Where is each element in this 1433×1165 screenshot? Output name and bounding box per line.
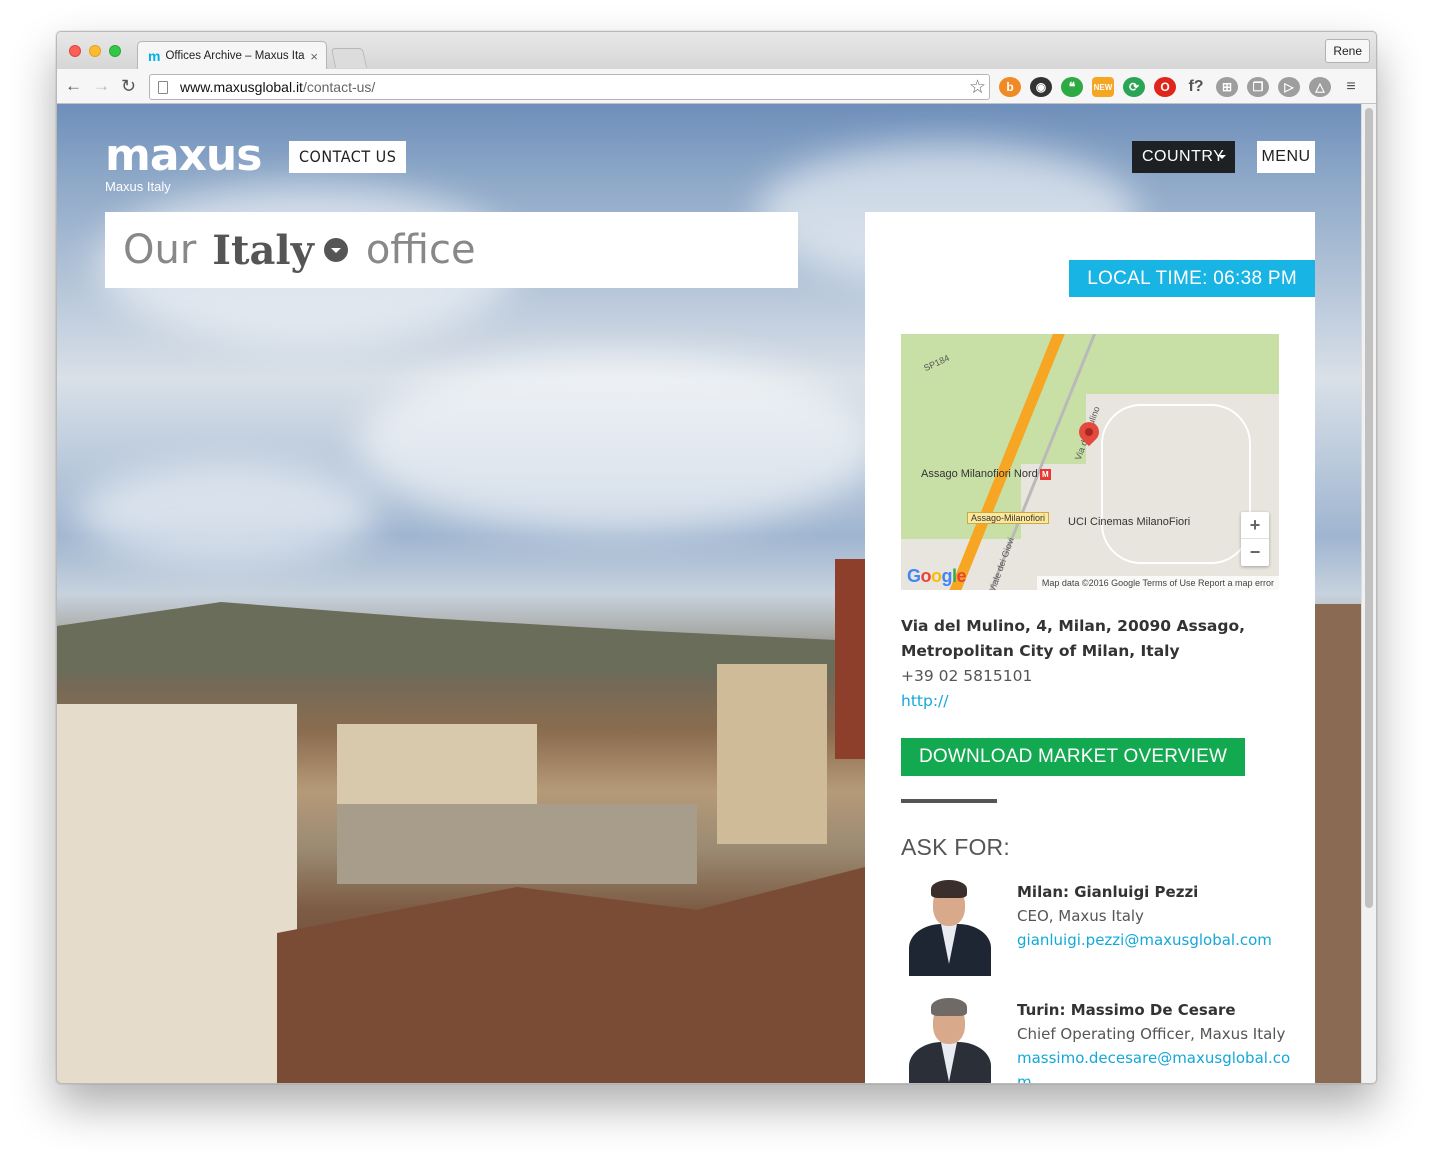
contact-email-link[interactable]: gianluigi.pezzi@maxusglobal.com: [1017, 928, 1297, 952]
contact-card: Milan: Gianluigi Pezzi CEO, Maxus Italy …: [901, 880, 1301, 976]
section-divider: [901, 799, 997, 803]
office-panel: LOCAL TIME: 06:38 PM SP184 Assago Milano…: [865, 212, 1315, 1083]
office-map[interactable]: SP184 Assago Milanofiori Nord M Assago-Mi…: [901, 334, 1279, 590]
office-heading: Our Italy office: [105, 212, 798, 288]
church-dome: [717, 664, 827, 844]
contact-us-button[interactable]: CONTACT US: [289, 141, 407, 173]
address-line-2: Metropolitan City of Milan, Italy: [901, 642, 1180, 660]
contact-photo: [901, 880, 999, 976]
zoom-out-button[interactable]: −: [1241, 539, 1269, 566]
office-address: Via del Mulino, 4, Milan, 20090 Assago, …: [901, 614, 1281, 714]
cloud-shape: [77, 464, 377, 564]
bookmark-star-icon[interactable]: ☆: [969, 76, 986, 99]
camera-icon[interactable]: ◉: [1030, 77, 1052, 97]
map-road-loop: [1101, 404, 1251, 564]
opera-icon[interactable]: O: [1154, 77, 1176, 97]
contact-email-link[interactable]: massimo.decesare@maxusglobal.com: [1017, 1046, 1297, 1083]
office-phone[interactable]: +39 02 5815101: [901, 664, 1281, 689]
local-time-badge: LOCAL TIME: 06:38 PM: [1069, 260, 1315, 297]
browser-tab[interactable]: m Offices Archive – Maxus Ita ×: [137, 41, 327, 70]
map-attribution[interactable]: Map data ©2016 Google Terms of Use Repor…: [1036, 576, 1279, 590]
building-left: [57, 704, 297, 1083]
menu-icon[interactable]: ≡: [1340, 77, 1362, 97]
right-buildings: [1315, 604, 1363, 1083]
url-host: www.maxusglobal.it: [180, 79, 303, 95]
contact-name: Turin: Massimo De Cesare: [1017, 1001, 1236, 1019]
cast-icon[interactable]: ▷: [1278, 77, 1300, 97]
zoom-in-button[interactable]: +: [1241, 512, 1269, 539]
profile-button[interactable]: Rene: [1325, 39, 1370, 63]
map-zoom-control: + −: [1241, 512, 1269, 566]
close-window-button[interactable]: [69, 45, 81, 57]
country-select-chevron-icon[interactable]: [323, 238, 348, 262]
scrollbar-thumb[interactable]: [1365, 108, 1373, 908]
maxus-logo[interactable]: maxus: [105, 134, 262, 178]
tower-building: [835, 559, 865, 759]
maxus-favicon-icon: m: [148, 48, 161, 64]
back-arrow-icon[interactable]: ←: [65, 76, 82, 96]
hotspot-icon[interactable]: b: [999, 77, 1021, 97]
download-market-overview-button[interactable]: DOWNLOAD MARKET OVERVIEW: [901, 738, 1246, 776]
browser-window: m Offices Archive – Maxus Ita × Rene ← →…: [56, 31, 1377, 1084]
cloud-shape: [357, 354, 877, 534]
contact-card: Turin: Massimo De Cesare Chief Operating…: [901, 998, 1301, 1083]
menu-button[interactable]: MENU: [1257, 141, 1315, 173]
map-label-giovi: Viale dei Giovi: [987, 536, 1017, 590]
page-viewport: maxus Maxus Italy CONTACT US COUNTRY MEN…: [57, 104, 1363, 1083]
drive-icon[interactable]: △: [1309, 77, 1331, 97]
new-badge-icon[interactable]: NEW: [1092, 77, 1114, 97]
title-bar: m Offices Archive – Maxus Ita × Rene: [57, 32, 1376, 70]
minimize-window-button[interactable]: [89, 45, 101, 57]
map-label-cinema: UCI Cinemas MilanoFiori: [1068, 516, 1191, 528]
tab-close-icon[interactable]: ×: [310, 49, 318, 64]
heading-suffix: office: [365, 227, 476, 273]
contact-role: CEO, Maxus Italy: [1017, 907, 1144, 925]
tab-title: Offices Archive – Maxus Ita: [165, 50, 305, 62]
new-tab-button[interactable]: [330, 48, 368, 68]
heading-prefix: Our: [123, 227, 197, 273]
reload-icon[interactable]: ↻: [121, 76, 136, 96]
rooftops: [277, 864, 877, 1083]
caret-down-icon: [1218, 155, 1226, 159]
contact-role: Chief Operating Officer, Maxus Italy: [1017, 1025, 1286, 1043]
map-park: [901, 334, 1086, 464]
google-logo: Google: [907, 566, 967, 586]
office-website-link[interactable]: http://: [901, 689, 1281, 714]
logo-subtitle: Maxus Italy: [105, 179, 171, 194]
contact-name: Milan: Gianluigi Pezzi: [1017, 883, 1199, 901]
map-label-station: Assago Milanofiori Nord M: [921, 468, 1051, 480]
page-icon: [158, 80, 168, 94]
copy-icon[interactable]: ❐: [1247, 77, 1269, 97]
address-line-1: Via del Mulino, 4, Milan, 20090 Assago,: [901, 617, 1246, 635]
address-bar[interactable]: www.maxusglobal.it/contact-us/ ☆: [149, 74, 990, 100]
hills-shape: [57, 602, 877, 674]
sync-icon[interactable]: ⟳: [1123, 77, 1145, 97]
font-finder-icon[interactable]: f?: [1185, 77, 1207, 97]
country-label: COUNTRY: [1142, 148, 1225, 165]
map-park: [1086, 334, 1279, 394]
contact-photo: [901, 998, 999, 1083]
country-dropdown[interactable]: COUNTRY: [1132, 141, 1235, 173]
hangouts-icon[interactable]: ❝: [1061, 77, 1083, 97]
heading-country[interactable]: Italy: [212, 227, 314, 274]
piazza: [337, 804, 697, 884]
puzzle-icon[interactable]: ⊞: [1216, 77, 1238, 97]
map-label-station-tag: Assago-Milanofiori: [967, 512, 1050, 524]
browser-toolbar: ← → ↻ www.maxusglobal.it/contact-us/ ☆ b…: [57, 69, 1376, 104]
forward-arrow-icon[interactable]: →: [93, 76, 110, 96]
extension-icons: b ◉ ❝ NEW ⟳ Of? ⊞ ❐ ▷ △ ≡: [999, 77, 1362, 97]
maximize-window-button[interactable]: [109, 45, 121, 57]
url-path: /contact-us/: [302, 79, 376, 95]
ask-for-heading: ASK FOR:: [901, 834, 1010, 860]
metro-icon: M: [1039, 469, 1051, 480]
